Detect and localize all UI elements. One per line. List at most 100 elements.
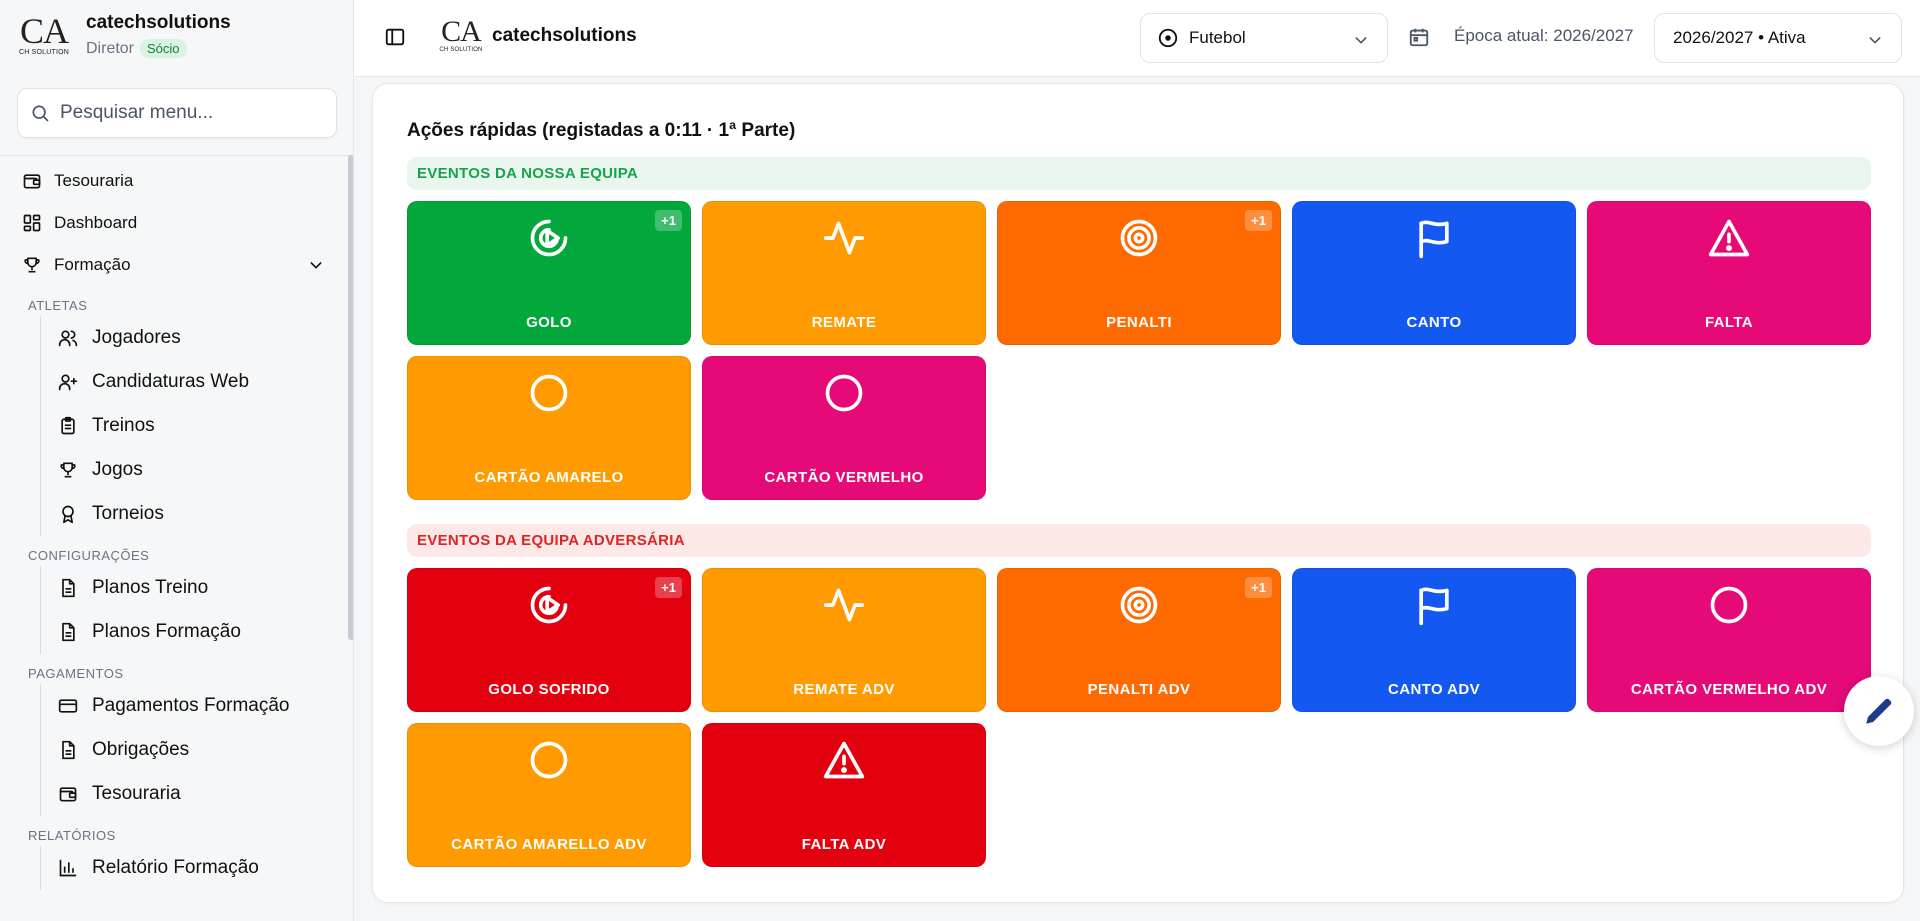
event-button-golo[interactable]: +1 GOLO [407, 201, 691, 345]
event-label: REMATE ADV [793, 681, 895, 698]
season-value: 2026/2027 • Ativa [1673, 28, 1806, 47]
section-title-pagamentos: PAGAMENTOS [28, 666, 124, 681]
count-badge: +1 [655, 577, 682, 598]
our-team-events-grid: +1 GOLO REMATE +1 PENALTI CANTO FALTA CARTÃO AM… [407, 201, 1871, 500]
event-button-cartao-amarelo[interactable]: CARTÃO AMARELO [407, 356, 691, 500]
event-label: FALTA [1704, 314, 1754, 331]
pencil-icon [1866, 698, 1892, 724]
search-input[interactable] [60, 102, 320, 124]
event-button-cartao-vermelho-adv[interactable]: CARTÃO VERMELHO ADV [1587, 568, 1871, 712]
event-button-cartao-vermelho[interactable]: CARTÃO VERMELHO [702, 356, 986, 500]
event-button-falta[interactable]: FALTA [1587, 201, 1871, 345]
document-icon [62, 740, 75, 760]
clipboard-icon [61, 416, 75, 435]
sidebar-item-pagamentos-formacao[interactable]: Pagamentos Formação [0, 684, 348, 728]
current-season-label: Época atual: 2026/2027 [1454, 26, 1634, 45]
activity-icon [822, 216, 866, 265]
sidebar-item-planos-formacao[interactable]: Planos Formação [0, 610, 348, 654]
event-button-canto[interactable]: CANTO [1292, 201, 1576, 345]
document-icon [62, 578, 75, 598]
chevron-down-icon [1355, 37, 1367, 44]
quick-actions-card: Ações rápidas (registadas a 0:11 · 1ª Pa… [372, 83, 1904, 903]
event-button-golo-sofrido[interactable]: +1 GOLO SOFRIDO [407, 568, 691, 712]
sidebar-item-obrigacoes[interactable]: Obrigações [0, 728, 348, 772]
edit-fab-button[interactable] [1844, 676, 1914, 746]
org-name: catechsolutions [86, 12, 231, 33]
event-label: CARTÃO AMARELLO ADV [451, 836, 647, 853]
target-icon [1117, 216, 1161, 265]
warning-icon [822, 738, 866, 787]
sidebar-menu: Tesouraria Dashboard Formação ATLETAS Jo… [0, 160, 348, 890]
event-label: GOLO SOFRIDO [488, 681, 610, 698]
sidebar-item-jogadores[interactable]: Jogadores [0, 316, 348, 360]
user-plus-icon [58, 374, 78, 391]
sidebar-item-jogos[interactable]: Jogos [0, 448, 348, 492]
our-team-events-header: EVENTOS DA NOSSA EQUIPA [407, 157, 1871, 190]
event-label: CARTÃO VERMELHO [764, 469, 924, 486]
chevron-down-icon [1869, 37, 1881, 44]
sport-circle-icon [1158, 28, 1178, 48]
trophy-icon [60, 462, 76, 478]
sidebar-item-dashboard[interactable]: Dashboard [0, 202, 348, 244]
header-brand[interactable]: CA CH SOLUTION catechsolutions [438, 15, 636, 56]
org-logo: CA CH SOLUTION [18, 10, 70, 56]
card-title: Ações rápidas (registadas a 0:11 · 1ª Pa… [407, 120, 796, 141]
event-label: GOLO [526, 314, 572, 331]
top-header: CA CH SOLUTION catechsolutions Futebol É… [354, 0, 1920, 77]
warning-icon [1707, 216, 1751, 265]
wallet-icon [23, 174, 41, 189]
count-badge: +1 [1245, 577, 1272, 598]
count-badge: +1 [655, 210, 682, 231]
count-badge: +1 [1245, 210, 1272, 231]
award-icon [62, 505, 74, 524]
header-logo: CA CH SOLUTION [439, 15, 483, 54]
sidebar-brand[interactable]: CA CH SOLUTION catechsolutions Diretor S… [16, 10, 231, 60]
sidebar-item-treinos[interactable]: Treinos [0, 404, 348, 448]
document-icon [62, 622, 75, 642]
chevron-down-icon[interactable] [308, 257, 324, 273]
sidebar: CA CH SOLUTION catechsolutions Diretor S… [0, 0, 354, 921]
menu-search[interactable] [17, 88, 337, 138]
target-icon [1117, 583, 1161, 632]
event-button-remate-adv[interactable]: REMATE ADV [702, 568, 986, 712]
event-button-falta-adv[interactable]: FALTA ADV [702, 723, 986, 867]
users-icon [58, 330, 78, 347]
goal-icon [527, 216, 571, 265]
event-label: CARTÃO AMARELO [474, 469, 624, 486]
event-button-remate[interactable]: REMATE [702, 201, 986, 345]
sidebar-item-planos-treino[interactable]: Planos Treino [0, 566, 348, 610]
bar-chart-icon [59, 859, 77, 877]
sidebar-item-tesouraria[interactable]: Tesouraria [0, 160, 348, 202]
sidebar-item-candidaturas-web[interactable]: Candidaturas Web [0, 360, 348, 404]
event-button-cartao-amarello-adv[interactable]: CARTÃO AMARELLO ADV [407, 723, 691, 867]
event-button-penalti-adv[interactable]: +1 PENALTI ADV [997, 568, 1281, 712]
event-button-penalti[interactable]: +1 PENALTI [997, 201, 1281, 345]
event-label: CARTÃO VERMELHO ADV [1630, 681, 1828, 698]
sidebar-scrollbar[interactable] [348, 155, 353, 640]
user-role: Diretor [86, 39, 135, 57]
activity-icon [822, 583, 866, 632]
section-title-configuracoes: CONFIGURAÇÕES [28, 548, 150, 563]
event-label: CANTO ADV [1388, 681, 1480, 698]
role-badge: Sócio [140, 39, 187, 58]
calendar-icon [1409, 28, 1429, 47]
event-button-canto-adv[interactable]: CANTO ADV [1292, 568, 1576, 712]
sidebar-item-relatorio-formacao[interactable]: Relatório Formação [0, 846, 348, 890]
opponent-events-grid: +1 GOLO SOFRIDO REMATE ADV +1 PENALTI ADV CAN… [407, 568, 1871, 867]
sport-select[interactable]: Futebol [1140, 13, 1388, 63]
sidebar-item-tesouraria-pagamentos[interactable]: Tesouraria [0, 772, 348, 816]
wallet-icon [59, 787, 77, 802]
sport-value: Futebol [1189, 28, 1246, 47]
season-select[interactable]: 2026/2027 • Ativa [1654, 13, 1902, 63]
section-title-relatorios: RELATÓRIOS [28, 828, 116, 843]
dashboard-icon [23, 214, 41, 232]
circle-icon [822, 371, 866, 420]
goal-icon [527, 583, 571, 632]
opponent-events-header: EVENTOS DA EQUIPA ADVERSÁRIA [407, 524, 1871, 557]
sidebar-divider [0, 155, 353, 156]
sidebar-item-formacao[interactable]: Formação [0, 244, 348, 286]
event-label: REMATE [811, 314, 877, 331]
circle-icon [527, 738, 571, 787]
sidebar-toggle-icon[interactable] [384, 26, 406, 48]
sidebar-item-torneios[interactable]: Torneios [0, 492, 348, 536]
